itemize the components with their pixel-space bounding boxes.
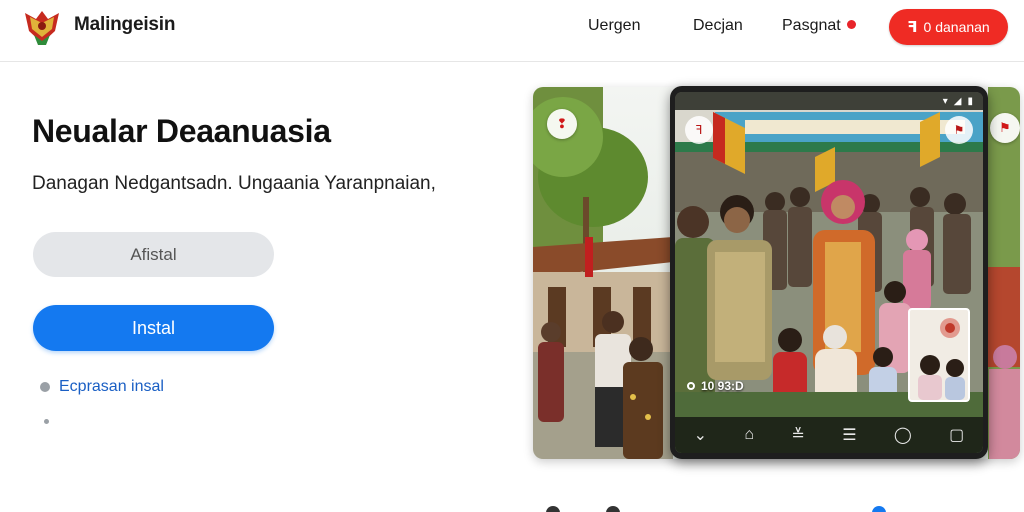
nav-link-2[interactable]: Decjan xyxy=(693,17,743,35)
phone-nav-bar: ⌄ ⌂ ≚ ☰ ◯ ▢ xyxy=(675,417,983,453)
nav-link-3-label: Pasgnat xyxy=(782,17,841,34)
bullet-dot xyxy=(44,419,49,424)
alt-install-link[interactable]: Ecprasan insal xyxy=(40,378,164,396)
phone-mockup: ▾ ◢ ▮ ꟻ ⚑ 10 93:D ⌄ ⌂ ≚ ☰ ◯ ▢ xyxy=(670,86,988,459)
nav-link-1[interactable]: Uergen xyxy=(588,17,640,35)
phone-status-bar: ▾ ◢ ▮ xyxy=(675,92,983,110)
circle-icon[interactable]: ◯ xyxy=(894,425,912,445)
phone-screen: ▾ ◢ ▮ ꟻ ⚑ 10 93:D ⌄ ⌂ ≚ ☰ ◯ ▢ xyxy=(675,92,983,453)
cta-label: 0 dananan xyxy=(923,19,990,35)
menu-icon[interactable]: ☰ xyxy=(842,425,856,445)
alt-install-label: Ecprasan insal xyxy=(59,378,164,395)
preview-thumbnail[interactable] xyxy=(908,308,970,402)
tune-icon[interactable]: ≚ xyxy=(791,425,804,445)
hero-subtitle: Danagan Nedgantsadn. Ungaania Yaranpnaia… xyxy=(32,173,436,194)
home-icon[interactable]: ⌂ xyxy=(744,426,754,444)
brand-name[interactable]: Malingeisin xyxy=(74,14,175,36)
pin-icon[interactable]: ❢ xyxy=(547,109,577,139)
record-icon xyxy=(687,382,695,390)
cta-button[interactable]: ꟻ 0 dananan xyxy=(889,9,1008,45)
flag-marker-icon[interactable]: ⚑ xyxy=(990,113,1020,143)
install-button[interactable]: Instal xyxy=(33,305,274,351)
back-flag-icon[interactable]: ꟻ xyxy=(685,116,713,144)
bottom-control-1[interactable] xyxy=(546,506,560,512)
top-header: Malingeisin Uergen Decjan Pasgnat ꟻ 0 da… xyxy=(0,0,1024,62)
hero-title: Neualar Deaanuasia xyxy=(32,113,331,149)
notification-dot xyxy=(846,20,856,29)
back-icon[interactable]: ⌄ xyxy=(694,425,707,445)
secondary-install-button[interactable]: Afistal xyxy=(33,232,274,277)
record-time: 10 93:D xyxy=(701,379,744,393)
info-icon xyxy=(40,382,50,392)
garuda-emblem-icon[interactable] xyxy=(22,7,62,47)
bottom-control-2[interactable] xyxy=(606,506,620,512)
bottom-control-3[interactable] xyxy=(872,506,886,512)
battery-icon: ▮ xyxy=(967,95,973,107)
share-icon[interactable]: ⚑ xyxy=(945,116,973,144)
nav-link-3[interactable]: Pasgnat xyxy=(782,17,856,35)
square-icon[interactable]: ▢ xyxy=(949,425,964,445)
flag-icon: ꟻ xyxy=(907,19,918,36)
record-indicator: 10 93:D xyxy=(687,379,744,393)
signal-icon: ◢ xyxy=(953,95,962,107)
wifi-icon: ▾ xyxy=(942,95,948,107)
